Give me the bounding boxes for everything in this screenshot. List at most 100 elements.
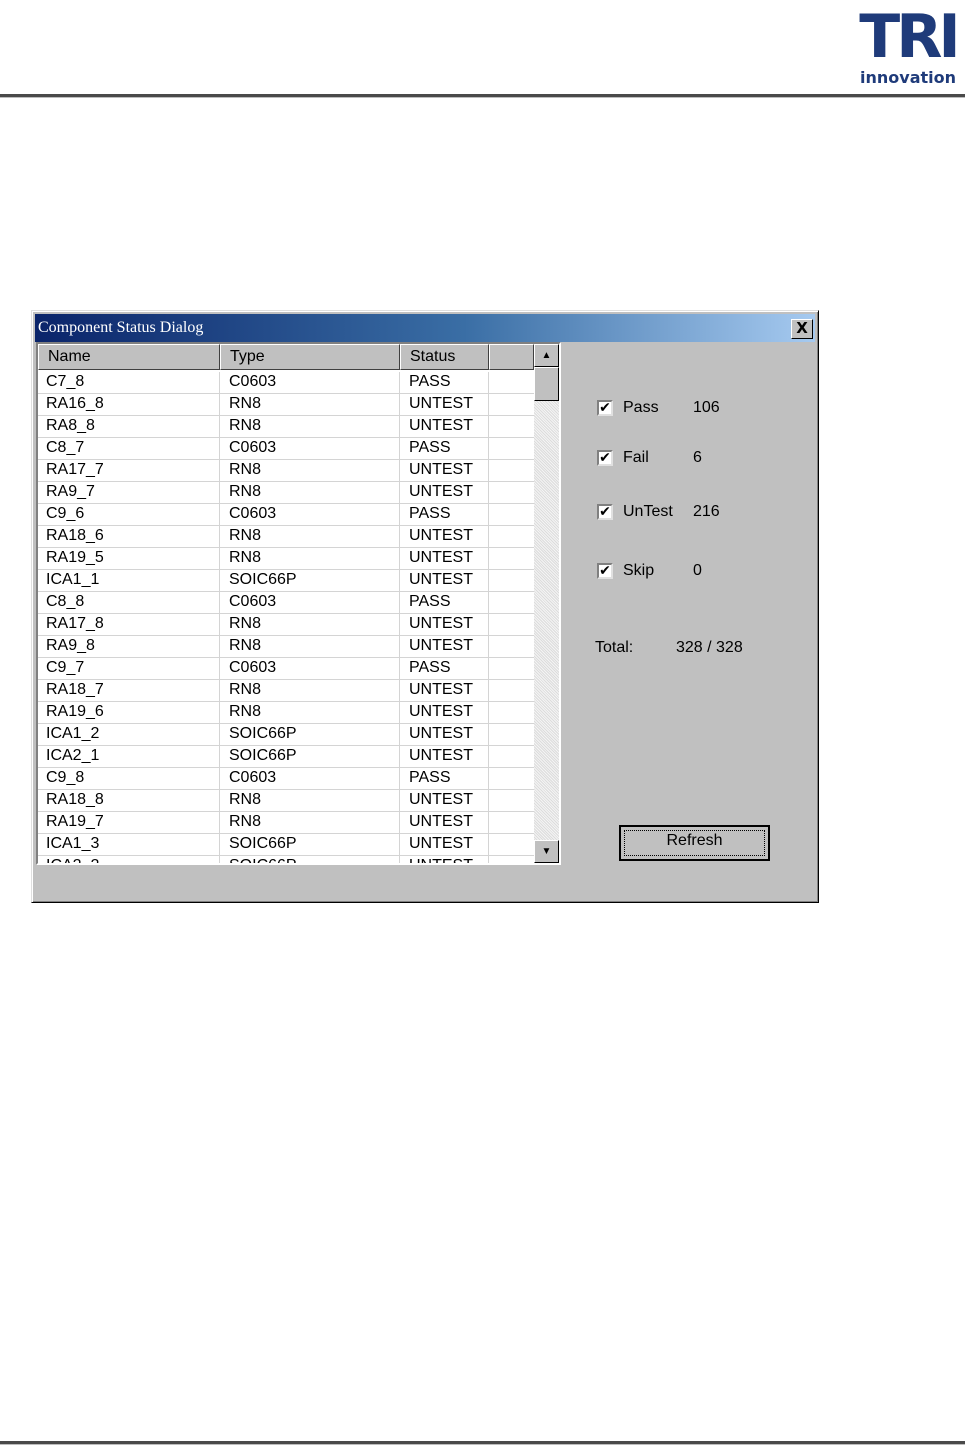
cell-type: RN8 bbox=[229, 483, 262, 500]
table-row[interactable]: RA17_8 RN8 UNTEST bbox=[38, 614, 534, 636]
logo-subtitle: innovation bbox=[860, 68, 956, 87]
cell-type: RN8 bbox=[229, 637, 262, 654]
table-row[interactable]: ICA2_1 SOIC66P UNTEST bbox=[38, 746, 534, 768]
cell-status: UNTEST bbox=[409, 813, 473, 830]
cell-name: ICA1_1 bbox=[46, 571, 100, 588]
table-row[interactable]: C7_8 C0603 PASS bbox=[38, 372, 534, 394]
pass-checkbox[interactable]: ✔ bbox=[597, 400, 613, 416]
cell-name: C7_8 bbox=[46, 373, 85, 390]
table-row[interactable]: RA18_7 RN8 UNTEST bbox=[38, 680, 534, 702]
table-row[interactable]: RA19_6 RN8 UNTEST bbox=[38, 702, 534, 724]
filter-pass[interactable]: ✔ Pass 106 bbox=[597, 397, 737, 419]
table-row[interactable]: C9_8 C0603 PASS bbox=[38, 768, 534, 790]
cell-type: RN8 bbox=[229, 417, 262, 434]
scroll-down-button[interactable]: ▼ bbox=[534, 840, 559, 863]
cell-type: C0603 bbox=[229, 769, 277, 786]
cell-name: RA19_5 bbox=[46, 549, 104, 566]
cell-status: UNTEST bbox=[409, 395, 473, 412]
refresh-label: Refresh bbox=[666, 832, 723, 849]
cell-status: UNTEST bbox=[409, 747, 473, 764]
cell-status: UNTEST bbox=[409, 725, 473, 742]
cell-name: ICA1_3 bbox=[46, 835, 100, 852]
table-row[interactable]: RA9_8 RN8 UNTEST bbox=[38, 636, 534, 658]
cell-status: UNTEST bbox=[409, 417, 473, 434]
refresh-button[interactable]: Refresh bbox=[619, 825, 770, 861]
cell-name: RA19_6 bbox=[46, 703, 104, 720]
cell-name: ICA2_1 bbox=[46, 747, 100, 764]
table-row[interactable]: ICA1_1 SOIC66P UNTEST bbox=[38, 570, 534, 592]
skip-count: 0 bbox=[693, 562, 702, 579]
table-row[interactable]: RA19_5 RN8 UNTEST bbox=[38, 548, 534, 570]
cell-status: UNTEST bbox=[409, 703, 473, 720]
cell-name: RA17_8 bbox=[46, 615, 104, 632]
cell-name: C8_8 bbox=[46, 593, 85, 610]
column-header-name[interactable]: Name bbox=[38, 344, 220, 370]
close-icon: X bbox=[796, 319, 808, 337]
cell-name: C9_8 bbox=[46, 769, 85, 786]
untest-count: 216 bbox=[693, 503, 720, 520]
cell-status: UNTEST bbox=[409, 483, 473, 500]
dialog-title-bar[interactable]: Component Status Dialog X bbox=[35, 314, 815, 342]
table-row[interactable]: RA17_7 RN8 UNTEST bbox=[38, 460, 534, 482]
table-row[interactable]: RA19_7 RN8 UNTEST bbox=[38, 812, 534, 834]
table-row[interactable]: RA18_6 RN8 UNTEST bbox=[38, 526, 534, 548]
logo-mark: TRI bbox=[859, 2, 960, 72]
table-row[interactable]: C9_6 C0603 PASS bbox=[38, 504, 534, 526]
table-row[interactable]: C8_8 C0603 PASS bbox=[38, 592, 534, 614]
untest-label: UnTest bbox=[623, 503, 673, 520]
cell-type: RN8 bbox=[229, 791, 262, 808]
cell-status: PASS bbox=[409, 505, 451, 522]
scrollbar-thumb[interactable] bbox=[534, 367, 559, 401]
cell-name: C9_7 bbox=[46, 659, 85, 676]
cell-name: RA9_7 bbox=[46, 483, 95, 500]
column-header-status[interactable]: Status bbox=[400, 344, 489, 370]
fail-checkbox[interactable]: ✔ bbox=[597, 450, 613, 466]
pass-count: 106 bbox=[693, 399, 720, 416]
cell-status: UNTEST bbox=[409, 527, 473, 544]
cell-type: RN8 bbox=[229, 615, 262, 632]
filter-skip[interactable]: ✔ Skip 0 bbox=[597, 560, 737, 582]
cell-status: UNTEST bbox=[409, 835, 473, 852]
dialog-title: Component Status Dialog bbox=[38, 319, 204, 336]
cell-name: ICA1_2 bbox=[46, 725, 100, 742]
filter-fail[interactable]: ✔ Fail 6 bbox=[597, 447, 737, 469]
cell-type: C0603 bbox=[229, 373, 277, 390]
table-row[interactable]: C9_7 C0603 PASS bbox=[38, 658, 534, 680]
cell-status: PASS bbox=[409, 439, 451, 456]
cell-status: UNTEST bbox=[409, 637, 473, 654]
cell-type: RN8 bbox=[229, 461, 262, 478]
table-row[interactable]: C8_7 C0603 PASS bbox=[38, 438, 534, 460]
component-list[interactable]: Name Type Status C7_8 C0603 PASS RA16_8 RN8 U… bbox=[36, 342, 561, 865]
cell-name: ICA2_2 bbox=[46, 856, 99, 863]
table-row[interactable]: ICA2_2 SOIC66P UNTEST bbox=[38, 856, 534, 863]
pass-label: Pass bbox=[623, 399, 659, 416]
table-row[interactable]: RA8_8 RN8 UNTEST bbox=[38, 416, 534, 438]
cell-type: C0603 bbox=[229, 505, 277, 522]
tri-innovation-logo: TRI innovation bbox=[852, 6, 964, 90]
cell-type: SOIC66P bbox=[229, 856, 297, 863]
cell-type: RN8 bbox=[229, 681, 262, 698]
cell-name: RA19_7 bbox=[46, 813, 104, 830]
cell-status: UNTEST bbox=[409, 571, 473, 588]
cell-name: RA9_8 bbox=[46, 637, 95, 654]
untest-checkbox[interactable]: ✔ bbox=[597, 504, 613, 520]
list-rows: C7_8 C0603 PASS RA16_8 RN8 UNTEST RA8_8 RN8 UNTE… bbox=[38, 372, 534, 863]
close-button[interactable]: X bbox=[791, 319, 813, 339]
scroll-up-button[interactable]: ▲ bbox=[534, 344, 559, 367]
scroll-up-arrow-icon: ▲ bbox=[541, 350, 552, 361]
vertical-scrollbar[interactable]: ▲ ▼ bbox=[534, 344, 559, 863]
table-row[interactable]: ICA1_3 SOIC66P UNTEST bbox=[38, 834, 534, 856]
cell-status: PASS bbox=[409, 593, 451, 610]
column-header-type[interactable]: Type bbox=[220, 344, 400, 370]
cell-name: C8_7 bbox=[46, 439, 85, 456]
total-value: 328 / 328 bbox=[676, 639, 743, 656]
skip-label: Skip bbox=[623, 562, 655, 579]
list-header: Name Type Status bbox=[38, 344, 534, 370]
filter-untest[interactable]: ✔ UnTest 216 bbox=[597, 501, 737, 523]
table-row[interactable]: RA16_8 RN8 UNTEST bbox=[38, 394, 534, 416]
table-row[interactable]: ICA1_2 SOIC66P UNTEST bbox=[38, 724, 534, 746]
skip-checkbox[interactable]: ✔ bbox=[597, 563, 613, 579]
cell-status: UNTEST bbox=[409, 791, 473, 808]
table-row[interactable]: RA9_7 RN8 UNTEST bbox=[38, 482, 534, 504]
table-row[interactable]: RA18_8 RN8 UNTEST bbox=[38, 790, 534, 812]
